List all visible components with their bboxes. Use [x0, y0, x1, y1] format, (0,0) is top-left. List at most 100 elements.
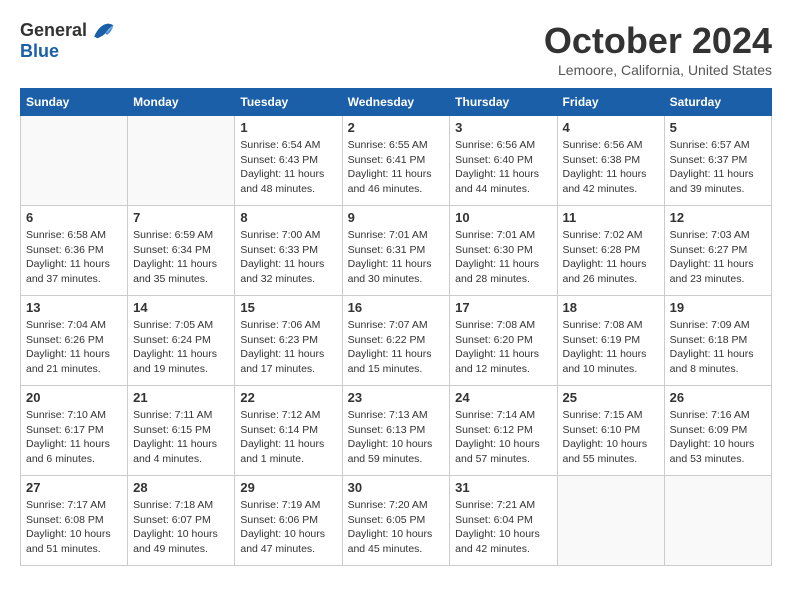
table-row: 13 Sunrise: 7:04 AM Sunset: 6:26 PM Dayli…	[21, 296, 128, 386]
day-info: Sunrise: 7:07 AM Sunset: 6:22 PM Dayligh…	[348, 318, 445, 377]
header-tuesday: Tuesday	[235, 89, 342, 116]
table-row: 3 Sunrise: 6:56 AM Sunset: 6:40 PM Daylig…	[450, 116, 557, 206]
day-info: Sunrise: 7:14 AM Sunset: 6:12 PM Dayligh…	[455, 408, 551, 467]
table-row: 20 Sunrise: 7:10 AM Sunset: 6:17 PM Dayli…	[21, 386, 128, 476]
day-number: 13	[26, 300, 122, 315]
day-number: 27	[26, 480, 122, 495]
table-row: 17 Sunrise: 7:08 AM Sunset: 6:20 PM Dayli…	[450, 296, 557, 386]
day-number: 15	[240, 300, 336, 315]
table-row: 6Sunrise: 6:58 AM Sunset: 6:36 PM Daylig…	[21, 206, 128, 296]
day-info: Sunrise: 7:18 AM Sunset: 6:07 PM Dayligh…	[133, 498, 229, 557]
day-info: Sunrise: 7:02 AM Sunset: 6:28 PM Dayligh…	[563, 228, 659, 287]
day-info: Sunrise: 7:12 AM Sunset: 6:14 PM Dayligh…	[240, 408, 336, 467]
day-number: 1	[240, 120, 336, 135]
table-row: 28Sunrise: 7:18 AM Sunset: 6:07 PM Dayli…	[128, 476, 235, 566]
day-number: 14	[133, 300, 229, 315]
day-info: Sunrise: 6:56 AM Sunset: 6:40 PM Dayligh…	[455, 138, 551, 197]
day-info: Sunrise: 7:08 AM Sunset: 6:20 PM Dayligh…	[455, 318, 551, 377]
day-number: 21	[133, 390, 229, 405]
day-number: 26	[670, 390, 766, 405]
table-row: 4 Sunrise: 6:56 AM Sunset: 6:38 PM Daylig…	[557, 116, 664, 206]
page-header: General Blue October 2024 Lemoore, Calif…	[20, 20, 772, 78]
calendar-week-row: 20 Sunrise: 7:10 AM Sunset: 6:17 PM Dayli…	[21, 386, 772, 476]
table-row: 2Sunrise: 6:55 AM Sunset: 6:41 PM Daylig…	[342, 116, 450, 206]
day-number: 7	[133, 210, 229, 225]
day-info: Sunrise: 7:15 AM Sunset: 6:10 PM Dayligh…	[563, 408, 659, 467]
day-number: 4	[563, 120, 659, 135]
day-info: Sunrise: 7:08 AM Sunset: 6:19 PM Dayligh…	[563, 318, 659, 377]
day-info: Sunrise: 7:19 AM Sunset: 6:06 PM Dayligh…	[240, 498, 336, 557]
logo-bird-icon	[91, 21, 115, 41]
table-row	[664, 476, 771, 566]
day-info: Sunrise: 6:54 AM Sunset: 6:43 PM Dayligh…	[240, 138, 336, 197]
day-info: Sunrise: 7:04 AM Sunset: 6:26 PM Dayligh…	[26, 318, 122, 377]
table-row	[21, 116, 128, 206]
table-row: 8 Sunrise: 7:00 AM Sunset: 6:33 PM Daylig…	[235, 206, 342, 296]
day-info: Sunrise: 6:59 AM Sunset: 6:34 PM Dayligh…	[133, 228, 229, 287]
day-info: Sunrise: 7:06 AM Sunset: 6:23 PM Dayligh…	[240, 318, 336, 377]
day-number: 17	[455, 300, 551, 315]
calendar-week-row: 6Sunrise: 6:58 AM Sunset: 6:36 PM Daylig…	[21, 206, 772, 296]
day-number: 24	[455, 390, 551, 405]
logo-general-text: General	[20, 20, 87, 41]
day-info: Sunrise: 7:10 AM Sunset: 6:17 PM Dayligh…	[26, 408, 122, 467]
day-number: 11	[563, 210, 659, 225]
day-info: Sunrise: 7:16 AM Sunset: 6:09 PM Dayligh…	[670, 408, 766, 467]
day-info: Sunrise: 7:01 AM Sunset: 6:31 PM Dayligh…	[348, 228, 445, 287]
table-row: 14 Sunrise: 7:05 AM Sunset: 6:24 PM Dayli…	[128, 296, 235, 386]
day-number: 16	[348, 300, 445, 315]
day-number: 31	[455, 480, 551, 495]
table-row: 19Sunrise: 7:09 AM Sunset: 6:18 PM Dayli…	[664, 296, 771, 386]
day-info: Sunrise: 7:20 AM Sunset: 6:05 PM Dayligh…	[348, 498, 445, 557]
day-number: 12	[670, 210, 766, 225]
day-info: Sunrise: 7:03 AM Sunset: 6:27 PM Dayligh…	[670, 228, 766, 287]
table-row: 24 Sunrise: 7:14 AM Sunset: 6:12 PM Dayli…	[450, 386, 557, 476]
table-row: 9 Sunrise: 7:01 AM Sunset: 6:31 PM Daylig…	[342, 206, 450, 296]
header-sunday: Sunday	[21, 89, 128, 116]
calendar-table: Sunday Monday Tuesday Wednesday Thursday…	[20, 88, 772, 566]
day-info: Sunrise: 7:01 AM Sunset: 6:30 PM Dayligh…	[455, 228, 551, 287]
logo: General Blue	[20, 20, 115, 62]
day-number: 22	[240, 390, 336, 405]
day-info: Sunrise: 7:05 AM Sunset: 6:24 PM Dayligh…	[133, 318, 229, 377]
day-number: 10	[455, 210, 551, 225]
day-info: Sunrise: 7:21 AM Sunset: 6:04 PM Dayligh…	[455, 498, 551, 557]
day-info: Sunrise: 7:11 AM Sunset: 6:15 PM Dayligh…	[133, 408, 229, 467]
table-row: 10 Sunrise: 7:01 AM Sunset: 6:30 PM Dayli…	[450, 206, 557, 296]
day-info: Sunrise: 7:17 AM Sunset: 6:08 PM Dayligh…	[26, 498, 122, 557]
day-number: 3	[455, 120, 551, 135]
table-row	[557, 476, 664, 566]
day-info: Sunrise: 7:09 AM Sunset: 6:18 PM Dayligh…	[670, 318, 766, 377]
header-friday: Friday	[557, 89, 664, 116]
table-row: 30 Sunrise: 7:20 AM Sunset: 6:05 PM Dayli…	[342, 476, 450, 566]
table-row: 15 Sunrise: 7:06 AM Sunset: 6:23 PM Dayli…	[235, 296, 342, 386]
day-number: 5	[670, 120, 766, 135]
table-row: 22 Sunrise: 7:12 AM Sunset: 6:14 PM Dayli…	[235, 386, 342, 476]
table-row: 27 Sunrise: 7:17 AM Sunset: 6:08 PM Dayli…	[21, 476, 128, 566]
day-number: 18	[563, 300, 659, 315]
calendar-week-row: 13 Sunrise: 7:04 AM Sunset: 6:26 PM Dayli…	[21, 296, 772, 386]
table-row: 1 Sunrise: 6:54 AM Sunset: 6:43 PM Daylig…	[235, 116, 342, 206]
title-section: October 2024 Lemoore, California, United…	[544, 20, 772, 78]
calendar-week-row: 27 Sunrise: 7:17 AM Sunset: 6:08 PM Dayli…	[21, 476, 772, 566]
table-row	[128, 116, 235, 206]
header-wednesday: Wednesday	[342, 89, 450, 116]
table-row: 29 Sunrise: 7:19 AM Sunset: 6:06 PM Dayli…	[235, 476, 342, 566]
day-number: 29	[240, 480, 336, 495]
header-monday: Monday	[128, 89, 235, 116]
day-number: 25	[563, 390, 659, 405]
day-number: 30	[348, 480, 445, 495]
table-row: 25 Sunrise: 7:15 AM Sunset: 6:10 PM Dayli…	[557, 386, 664, 476]
table-row: 21 Sunrise: 7:11 AM Sunset: 6:15 PM Dayli…	[128, 386, 235, 476]
day-info: Sunrise: 6:57 AM Sunset: 6:37 PM Dayligh…	[670, 138, 766, 197]
day-number: 6	[26, 210, 122, 225]
day-number: 20	[26, 390, 122, 405]
calendar-week-row: 1 Sunrise: 6:54 AM Sunset: 6:43 PM Daylig…	[21, 116, 772, 206]
day-number: 8	[240, 210, 336, 225]
day-info: Sunrise: 6:56 AM Sunset: 6:38 PM Dayligh…	[563, 138, 659, 197]
day-number: 9	[348, 210, 445, 225]
month-title: October 2024	[544, 20, 772, 62]
day-info: Sunrise: 7:00 AM Sunset: 6:33 PM Dayligh…	[240, 228, 336, 287]
table-row: 11 Sunrise: 7:02 AM Sunset: 6:28 PM Dayli…	[557, 206, 664, 296]
table-row: 12 Sunrise: 7:03 AM Sunset: 6:27 PM Dayli…	[664, 206, 771, 296]
